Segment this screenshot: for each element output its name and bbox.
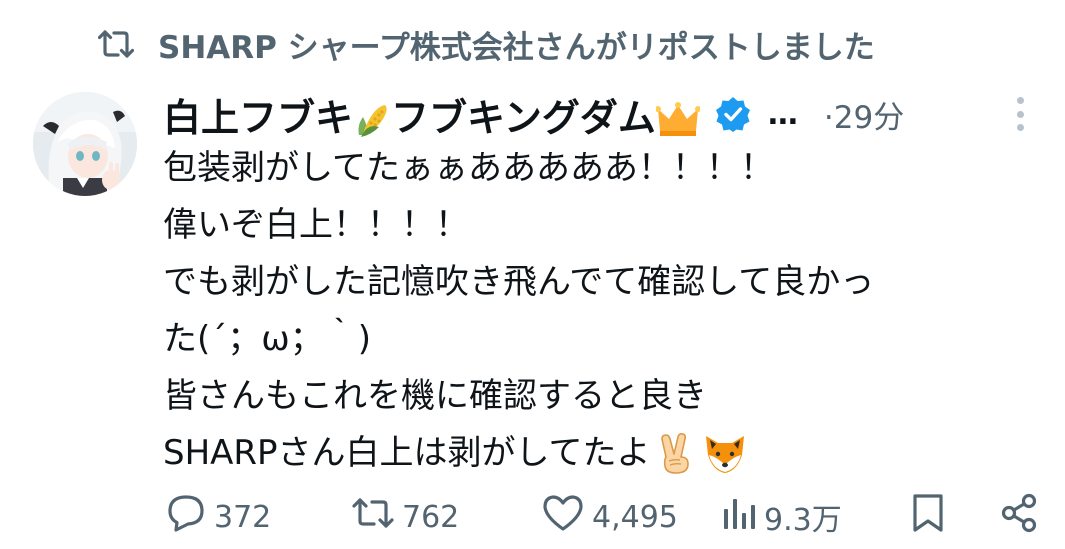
heart-icon <box>542 494 584 540</box>
share-button[interactable] <box>1000 492 1038 542</box>
post-body: 包装剥がしてたぁぁあああああ！！！！ 偉いぞ白上！！！！ でも剥がした記憶吹き飛… <box>163 140 1043 482</box>
repost-icon <box>352 496 394 538</box>
post-text-segment: SHARPさん白上は剥がしてたよ <box>163 433 651 473</box>
repost-button[interactable]: 762 <box>352 492 459 542</box>
more-options-button[interactable] <box>1007 94 1033 134</box>
post-text-line: 包装剥がしてたぁぁあああああ！！！！ <box>163 148 774 188</box>
reply-button[interactable]: 372 <box>166 492 271 542</box>
more-vertical-icon <box>1016 97 1024 104</box>
post-actions: 372 762 4,495 9.3万 <box>166 492 1046 542</box>
reply-icon <box>166 494 206 540</box>
bookmark-icon <box>912 493 944 541</box>
repost-context[interactable]: SHARP シャープ株式会社さんがリポストしました <box>96 20 875 68</box>
post-text-line: 偉いぞ白上！！！！ <box>163 205 469 245</box>
name-truncation-ellipsis: … <box>767 96 800 132</box>
repost-icon <box>96 24 136 64</box>
post: SHARP シャープ株式会社さんがリポストしました 白上フブキ フブキングダム … <box>0 0 1065 549</box>
post-text-line: でも剥がした記憶吹き飛んでて確認して良かっ <box>163 262 875 302</box>
post-timestamp[interactable]: ·29分 <box>824 92 904 137</box>
crown-emoji <box>655 101 700 139</box>
post-text-line: 皆さんもこれを機に確認すると良き <box>163 376 707 416</box>
repost-count: 762 <box>402 499 460 535</box>
fox-emoji <box>703 433 747 475</box>
avatar[interactable] <box>33 92 137 196</box>
display-name-part1: 白上フブキ <box>163 95 354 140</box>
verified-badge-icon[interactable] <box>714 95 752 133</box>
reply-count: 372 <box>214 499 272 535</box>
bookmark-button[interactable] <box>912 492 944 542</box>
like-button[interactable]: 4,495 <box>542 492 678 542</box>
post-header: 白上フブキ フブキングダム … ·29分 <box>163 86 1045 142</box>
victory-hand-emoji <box>657 432 695 475</box>
views-button[interactable]: 9.3万 <box>722 492 842 542</box>
display-name[interactable]: 白上フブキ フブキングダム <box>163 87 700 142</box>
post-text-line-last: SHARPさん白上は剥がしてたよ <box>163 425 1043 482</box>
corn-emoji <box>353 101 391 139</box>
views-count: 9.3万 <box>764 503 842 538</box>
views-chart-icon <box>722 495 756 539</box>
like-count: 4,495 <box>592 499 678 535</box>
repost-context-text: SHARP シャープ株式会社さんがリポストしました <box>158 29 875 66</box>
post-text-line: た(´；ω；｀) <box>163 319 372 359</box>
share-icon <box>1000 493 1038 541</box>
display-name-part2: フブキングダム <box>391 95 656 140</box>
